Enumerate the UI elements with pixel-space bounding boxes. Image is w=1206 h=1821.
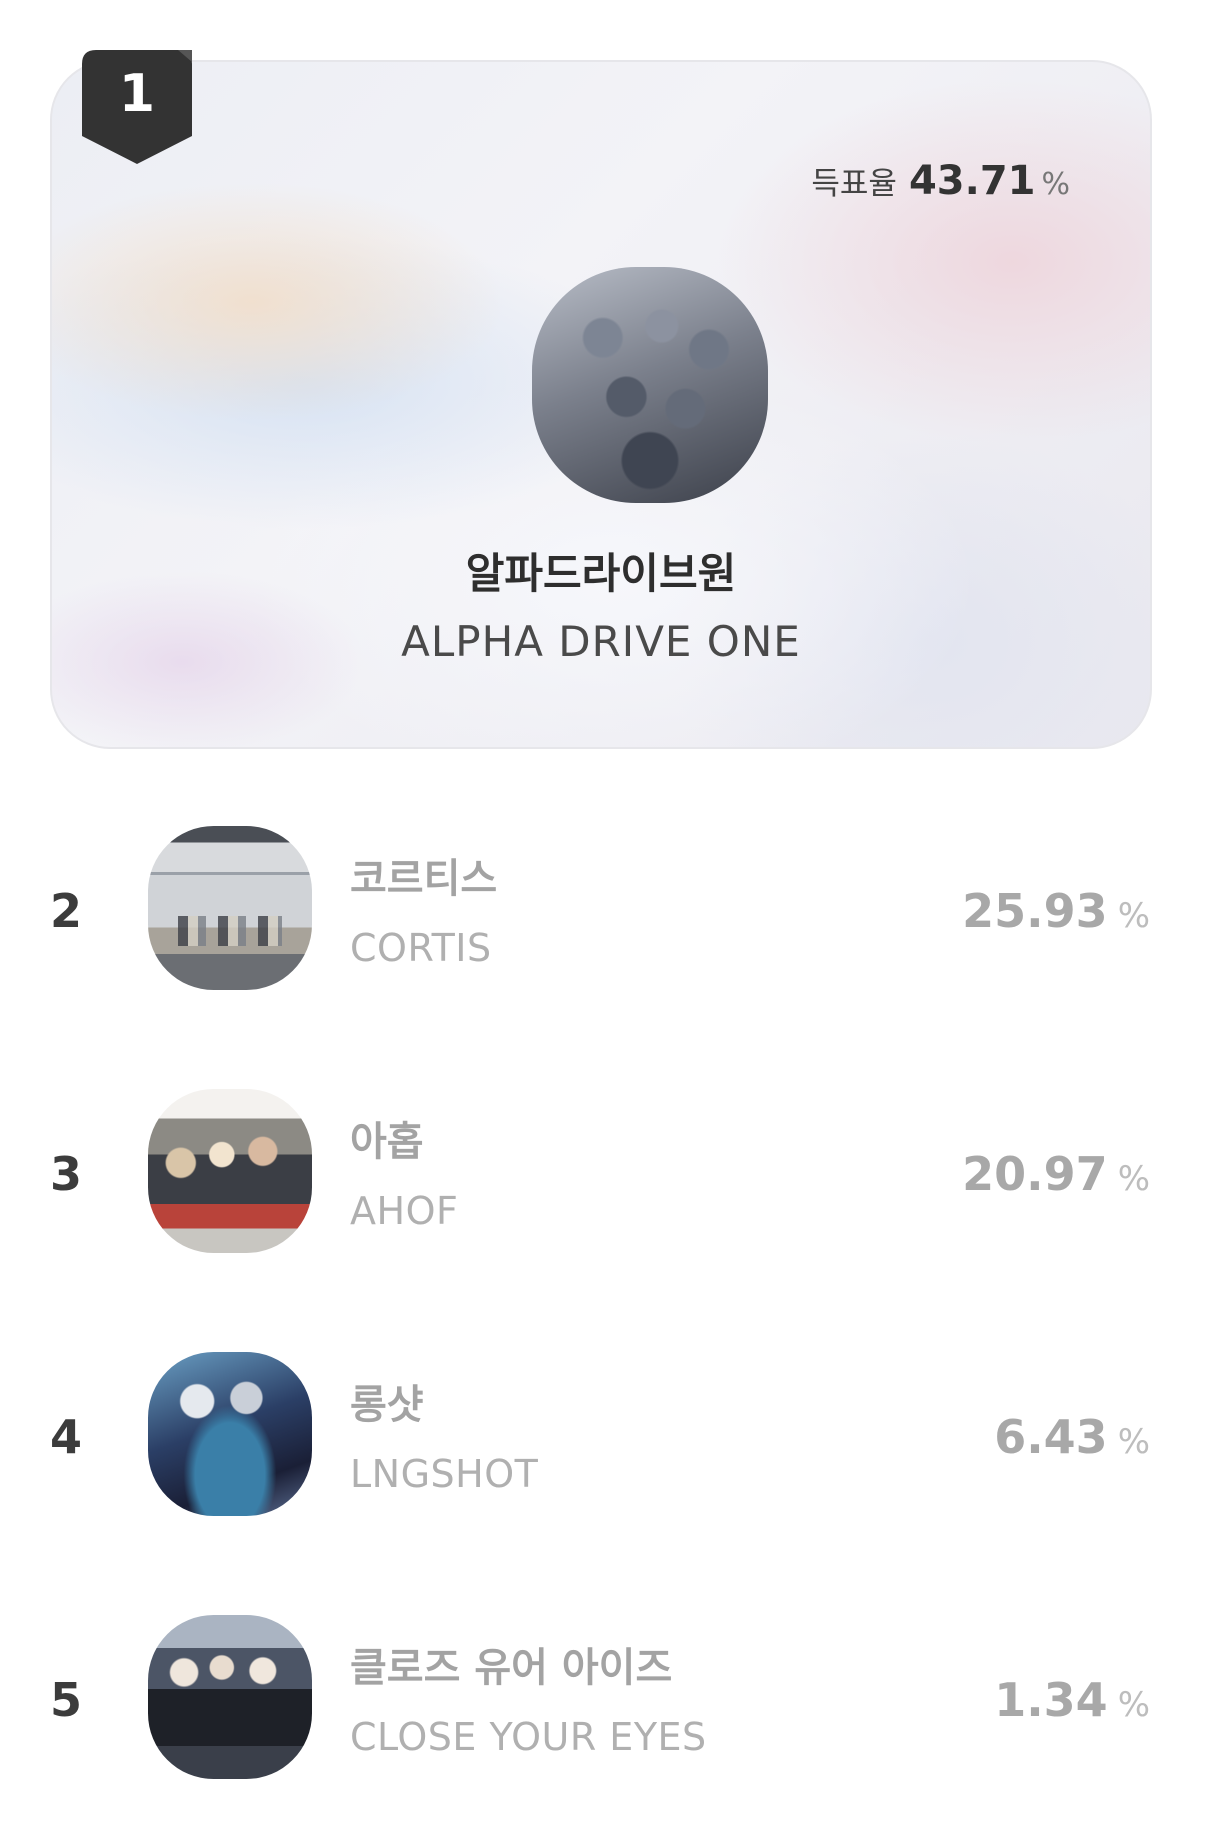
rank-number: 4 (50, 1410, 83, 1464)
percent-sign: % (1117, 1422, 1150, 1462)
group-name-korean: 클로즈 유어 아이즈 (350, 1645, 673, 1691)
rank-badge-first: 1 (82, 50, 192, 164)
rank-number: 3 (50, 1147, 83, 1201)
vote-rate-value: 6.43 (994, 1410, 1108, 1464)
vote-rate-value: 20.97 (962, 1147, 1108, 1201)
ranking-row[interactable]: 4 롱샷 LNGSHOT 6.43 % (0, 1352, 1206, 1522)
vote-rate-value: 43.71 (908, 158, 1036, 204)
winner-card[interactable]: 득표율 43.71 % 알파드라이브원 ALPHA DRIVE ONE (50, 60, 1152, 749)
group-name-korean: 아홉 (350, 1119, 424, 1165)
rank-badge-number: 1 (118, 64, 156, 124)
vote-rate-value: 1.34 (994, 1673, 1108, 1727)
group-photo (148, 1352, 312, 1516)
vote-rate: 1.34 % (994, 1673, 1150, 1727)
vote-rate: 6.43 % (994, 1410, 1150, 1464)
ranking-row[interactable]: 2 코르티스 CORTIS 25.93 % (0, 826, 1206, 996)
winner-group-photo (532, 267, 768, 503)
group-photo (148, 1615, 312, 1779)
vote-rate: 25.93 % (962, 884, 1150, 938)
group-name-english: CORTIS (350, 926, 492, 970)
group-name-korean: 코르티스 (350, 856, 498, 902)
vote-rate-value: 25.93 (962, 884, 1108, 938)
vote-rate-label: 득표율 (811, 166, 897, 202)
group-name-english: AHOF (350, 1189, 459, 1233)
rank-number: 2 (50, 884, 83, 938)
group-name-english: CLOSE YOUR EYES (350, 1715, 707, 1759)
percent-sign: % (1117, 1685, 1150, 1725)
ranking-row[interactable]: 5 클로즈 유어 아이즈 CLOSE YOUR EYES 1.34 % (0, 1615, 1206, 1785)
group-photo (148, 826, 312, 990)
ranking-row[interactable]: 3 아홉 AHOF 20.97 % (0, 1089, 1206, 1259)
winner-name-english: ALPHA DRIVE ONE (401, 617, 801, 666)
group-photo (148, 1089, 312, 1253)
rank-number: 5 (50, 1673, 83, 1727)
group-name-korean: 롱샷 (350, 1382, 424, 1428)
percent-sign: % (1117, 896, 1150, 936)
group-name-english: LNGSHOT (350, 1452, 539, 1496)
winner-name-korean: 알파드라이브원 (465, 549, 737, 598)
vote-rate: 20.97 % (962, 1147, 1150, 1201)
vote-rate: 득표율 43.71 % (811, 158, 1070, 204)
percent-sign: % (1041, 167, 1070, 202)
percent-sign: % (1117, 1159, 1150, 1199)
